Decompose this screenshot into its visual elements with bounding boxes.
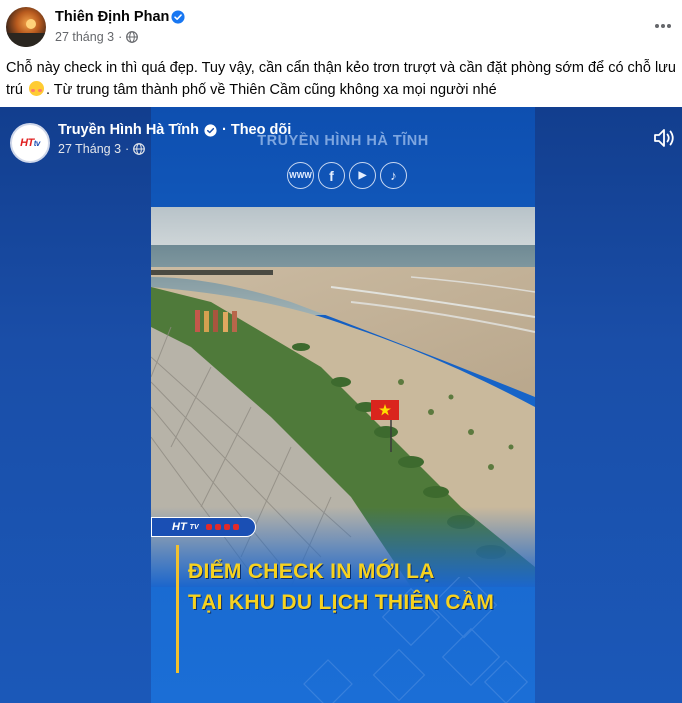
more-options-icon — [655, 24, 671, 28]
author-avatar[interactable] — [6, 7, 46, 47]
author-name[interactable]: Thiên Định Phan — [55, 9, 169, 25]
verified-badge-icon — [171, 10, 185, 24]
smiling-hearts-emoji-icon — [28, 81, 44, 96]
sound-icon[interactable] — [652, 127, 676, 149]
tag-dot-icon — [205, 524, 212, 530]
globe-icon — [133, 143, 146, 155]
tag-dot-icon — [214, 524, 221, 530]
social-icons: WWW f ▶ ♪ — [287, 162, 407, 189]
caption-text-tail: Từ trung tâm thành phố về Thiên Cầm cũng… — [53, 82, 497, 98]
tag-dot-icon — [223, 524, 230, 530]
shared-date[interactable]: 27 Tháng 3 — [58, 142, 121, 156]
shared-meta: 27 Tháng 3 · — [58, 142, 146, 156]
channel-tag-suffix: TV — [189, 523, 199, 531]
headline-line-1: ĐIỂM CHECK IN MỚI LẠ — [188, 560, 435, 583]
page-avatar[interactable]: HTtv — [10, 123, 50, 163]
more-options-button[interactable] — [651, 14, 675, 38]
logo-text: HT — [20, 137, 34, 149]
shared-video[interactable]: HTtv Truyền Hình Hà Tĩnh · Theo dõi 27 T… — [0, 107, 682, 703]
headline-accent-bar — [176, 545, 179, 673]
post-meta: 27 tháng 3 · — [55, 30, 139, 44]
meta-separator: · — [118, 30, 123, 44]
globe-icon — [126, 31, 139, 43]
channel-tag-text: HT — [172, 521, 187, 533]
post-caption: Chỗ này check in thì quá đẹp. Tuy vậy, c… — [6, 60, 676, 98]
website-icon: WWW — [287, 162, 314, 189]
headline-line-2: TẠI KHU DU LỊCH THIÊN CẦM — [188, 591, 495, 614]
tag-dot-icon — [232, 524, 239, 530]
video-watermark: TRUYỀN HÌNH HÀ TĨNH — [257, 133, 429, 149]
youtube-icon: ▶ — [349, 162, 376, 189]
logo-suffix: tv — [33, 139, 41, 148]
post-date[interactable]: 27 tháng 3 — [55, 30, 114, 44]
tiktok-icon: ♪ — [380, 162, 407, 189]
channel-tag: HT TV — [151, 517, 256, 537]
post-header: Thiên Định Phan 27 tháng 3 · — [0, 0, 682, 50]
facebook-icon: f — [318, 162, 345, 189]
meta-separator: · — [125, 142, 130, 156]
